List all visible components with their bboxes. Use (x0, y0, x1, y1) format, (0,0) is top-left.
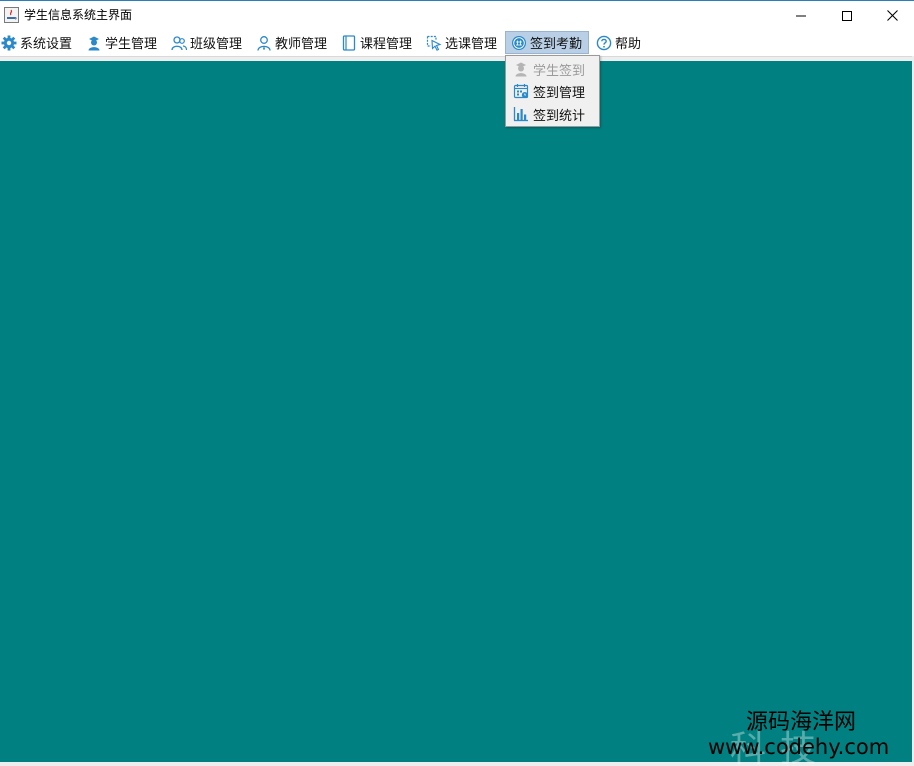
menu-course-selection-label: 选课管理 (445, 37, 498, 52)
title-bar: 学生信息系统主界面 (0, 0, 914, 30)
close-button[interactable] (869, 1, 914, 30)
student-checkin-icon (513, 61, 529, 77)
window-bottom-border (0, 762, 914, 766)
class-group-icon (171, 35, 187, 51)
menu-teacher-management-label: 教师管理 (275, 37, 328, 52)
menu-help[interactable]: 帮助 (596, 31, 641, 54)
menu-attendance[interactable]: 签到考勤 (505, 31, 589, 54)
minimize-button[interactable] (778, 1, 824, 30)
menu-system-settings[interactable]: 系统设置 (1, 31, 72, 54)
window-title: 学生信息系统主界面 (24, 8, 133, 22)
calendar-icon (513, 83, 529, 99)
desktop-pane[interactable] (0, 61, 912, 762)
dropdown-item-checkin-management-label: 签到管理 (533, 85, 586, 101)
close-icon (886, 10, 898, 21)
maximize-button[interactable] (824, 1, 870, 30)
java-app-icon (4, 7, 19, 23)
menu-student-management[interactable]: 学生管理 (86, 31, 157, 54)
maximize-icon (842, 10, 852, 21)
course-book-icon (341, 34, 357, 51)
main-window: 学生信息系统主界面 系统设置 学生管理 班级管理 教师管理 课程管理 选课管理 … (0, 0, 914, 766)
dropdown-item-checkin-statistics-label: 签到统计 (533, 108, 586, 124)
gear-icon (1, 35, 17, 51)
dropdown-item-student-checkin[interactable]: 学生签到 (507, 58, 598, 80)
menu-bar: 系统设置 学生管理 班级管理 教师管理 课程管理 选课管理 签到考勤 帮助 (0, 30, 914, 56)
menu-system-settings-label: 系统设置 (20, 37, 73, 52)
menu-class-management-label: 班级管理 (190, 37, 243, 52)
menu-course-management-label: 课程管理 (360, 37, 413, 52)
menu-help-label: 帮助 (615, 37, 642, 52)
teacher-icon (256, 35, 272, 51)
menu-course-selection[interactable]: 选课管理 (426, 31, 497, 54)
menu-course-management[interactable]: 课程管理 (341, 31, 412, 54)
select-cursor-icon (426, 35, 442, 51)
minimize-icon (796, 15, 806, 16)
attendance-icon (511, 35, 527, 51)
menu-teacher-management[interactable]: 教师管理 (256, 31, 327, 54)
menu-attendance-label: 签到考勤 (530, 37, 583, 52)
dropdown-item-checkin-statistics[interactable]: 签到统计 (507, 103, 598, 125)
bar-chart-icon (513, 106, 529, 122)
menu-class-management[interactable]: 班级管理 (171, 31, 242, 54)
help-icon (596, 35, 612, 51)
attendance-dropdown-menu: 学生签到 签到管理 签到统计 (505, 55, 600, 127)
student-icon (86, 35, 102, 51)
dropdown-item-checkin-management[interactable]: 签到管理 (507, 80, 598, 102)
dropdown-item-student-checkin-label: 学生签到 (533, 63, 586, 79)
menu-student-management-label: 学生管理 (105, 37, 158, 52)
